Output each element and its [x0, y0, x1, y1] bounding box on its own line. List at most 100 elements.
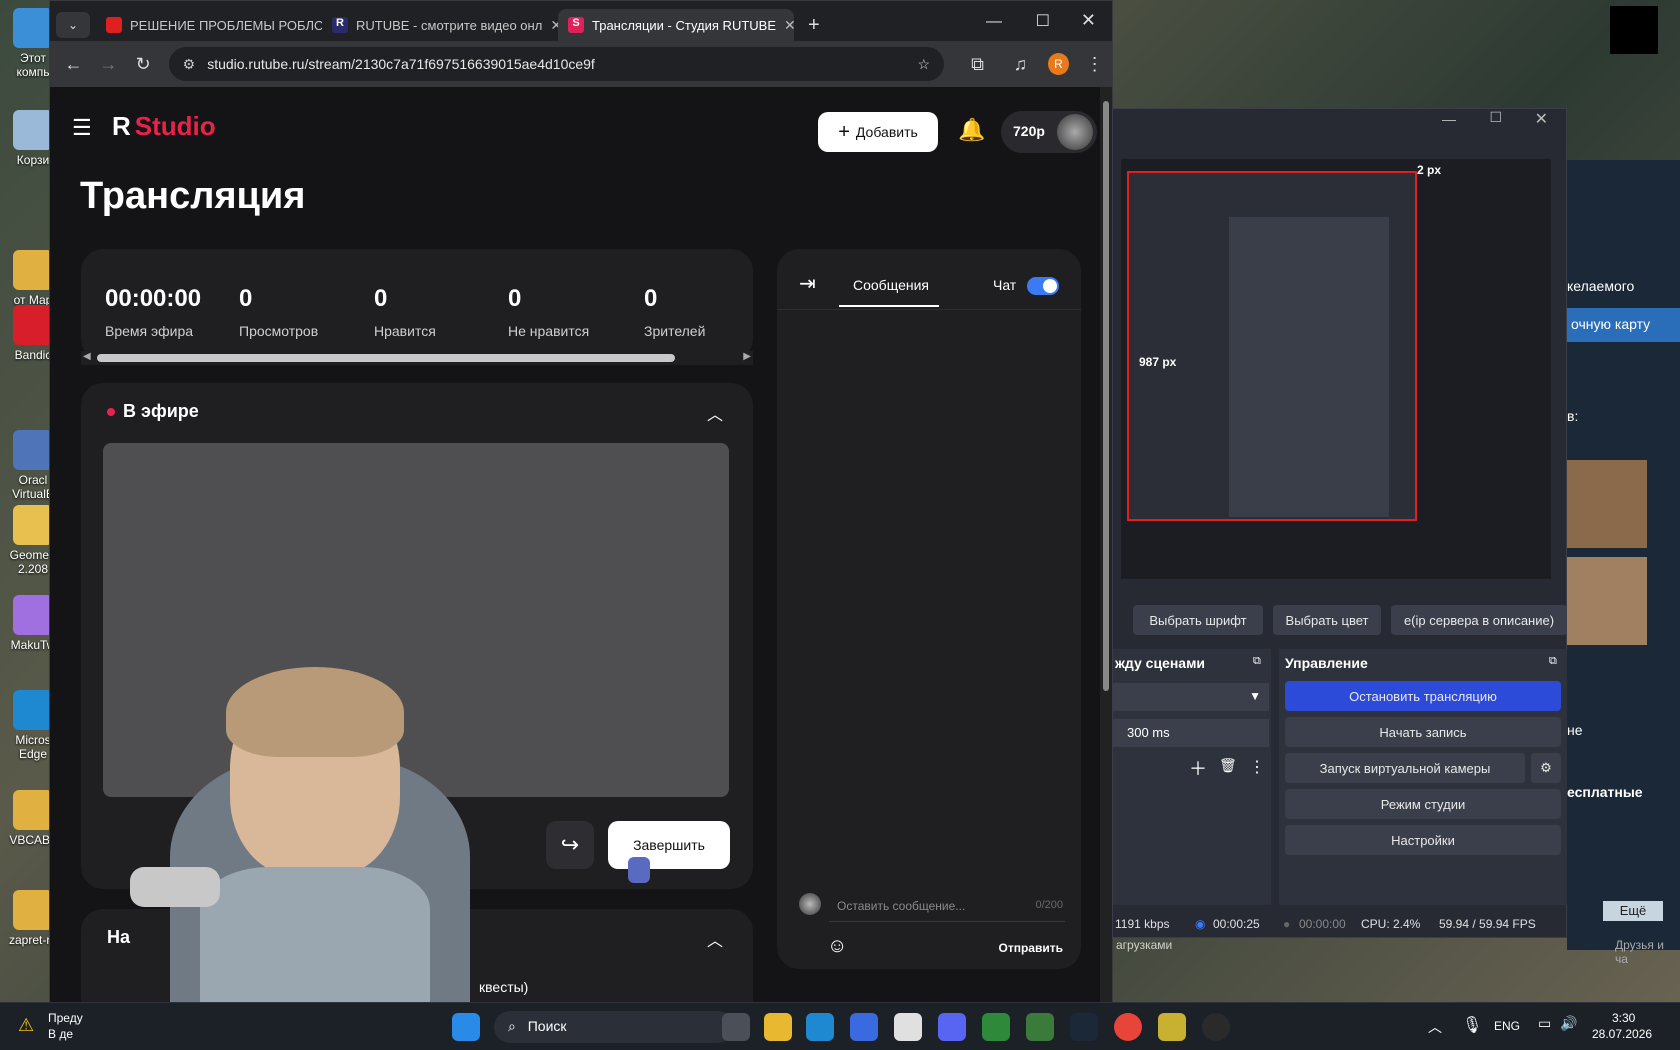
clock-date[interactable]: 28.07.2026 [1592, 1027, 1652, 1041]
url-text: studio.rutube.ru/stream/2130c7a71f697516… [207, 56, 595, 72]
tray-chevron-icon[interactable]: ︿ [1428, 1017, 1442, 1037]
new-tab-button[interactable]: + [808, 14, 820, 37]
scroll-thumb[interactable] [97, 354, 675, 362]
stats-scrollbar[interactable]: ◀ ▶ [81, 351, 753, 365]
stat-value: 0 [239, 285, 253, 312]
scroll-left-icon[interactable]: ◀ [83, 351, 91, 362]
clock-time[interactable]: 3:30 [1612, 1011, 1635, 1025]
game-thumbnail-1[interactable] [1567, 460, 1647, 548]
add-icon[interactable]: ＋ [1189, 755, 1207, 781]
studio-mode-button[interactable]: Режим студии [1285, 789, 1561, 819]
site-settings-icon[interactable]: ⚙ [183, 56, 196, 73]
edge-icon[interactable] [806, 1013, 834, 1041]
app-green-icon[interactable] [982, 1013, 1010, 1041]
finish-button[interactable]: Завершить [608, 821, 730, 869]
quality-user-pill[interactable]: 720p [1001, 111, 1097, 153]
close-window-button[interactable]: ✕ [1535, 109, 1548, 129]
desktop-app-icon [13, 110, 53, 150]
game-thumbnail-2[interactable] [1567, 557, 1647, 645]
rutube-studio-logo[interactable]: R Studio [112, 111, 216, 142]
preview-source [1127, 171, 1417, 521]
close-window-button[interactable]: ✕ [1081, 10, 1096, 31]
back-icon[interactable]: ← [56, 54, 91, 75]
chat-card: ⇥ Сообщения Чат Оставить сообщение... 0/… [777, 249, 1081, 969]
app-icon[interactable] [894, 1013, 922, 1041]
stop-stream-button[interactable]: Остановить трансляцию [1285, 681, 1561, 711]
volume-icon[interactable]: 🔊 [1560, 1015, 1577, 1032]
bg-window-button-2[interactable]: есплатные [1567, 784, 1643, 800]
task-view-icon[interactable] [722, 1013, 750, 1041]
profile-avatar[interactable]: R [1047, 53, 1070, 75]
preview-px-label: 987 px [1139, 355, 1177, 369]
warning-icon[interactable]: ⚠ [18, 1015, 34, 1036]
app-green-2-icon[interactable] [1026, 1013, 1054, 1041]
warning-line-1: Преду [48, 1011, 83, 1025]
store-icon[interactable] [850, 1013, 878, 1041]
discord-icon[interactable] [938, 1013, 966, 1041]
virtual-camera-settings-gear-icon[interactable]: ⚙ [1531, 753, 1561, 783]
transition-select[interactable]: ▼ [1113, 683, 1269, 711]
virtual-camera-button[interactable]: Запуск виртуальной камеры [1285, 753, 1525, 783]
collapse-chevron-icon[interactable]: ︿ [707, 401, 723, 425]
rec-icon: ● [1283, 917, 1291, 931]
menu-kebab-icon[interactable]: ⋮ [1077, 54, 1112, 75]
tab-search-button[interactable]: ⌄ [56, 12, 90, 38]
collapse-chevron-icon[interactable]: ︿ [707, 927, 723, 951]
maximize-button[interactable]: ☐ [1489, 109, 1502, 126]
microphone-icon[interactable]: 🎙 [1462, 1015, 1482, 1035]
settings-button[interactable]: Настройки [1285, 825, 1561, 855]
forward-icon[interactable]: → [91, 54, 126, 75]
page-scrollbar[interactable] [1100, 87, 1112, 1003]
more-button[interactable]: Ещё [1603, 901, 1663, 921]
stat-label: Зрителей [644, 323, 706, 339]
text-property-button[interactable]: е(ip сервера в описание) [1391, 605, 1567, 635]
address-bar: ← → ↻ ⚙ studio.rutube.ru/stream/2130c7a7… [50, 41, 1112, 87]
bookmark-star-icon[interactable]: ☆ [918, 56, 931, 73]
language-indicator[interactable]: ENG [1494, 1019, 1520, 1033]
minimize-button[interactable]: — [986, 13, 1002, 31]
popout-icon[interactable]: ⧉ [1253, 655, 1261, 668]
tab-rutube[interactable]: R RUTUBE - смотрите видео онл ✕ [322, 9, 558, 41]
collapse-chat-icon[interactable]: ⇥ [799, 271, 816, 296]
tab-title: RUTUBE - смотрите видео онл [356, 17, 543, 33]
tab-studio[interactable]: S Трансляции - Студия RUTUBE ✕ [558, 9, 794, 41]
tab-title: Трансляции - Студия RUTUBE [592, 17, 776, 33]
tab-roblox[interactable]: РЕШЕНИЕ ПРОБЛЕМЫ РОБЛО ✕ [96, 9, 322, 41]
steam-icon[interactable] [1070, 1013, 1098, 1041]
kebab-icon[interactable]: ⋮ [1249, 757, 1265, 777]
share-button[interactable]: ↪ [546, 821, 594, 869]
tab-messages[interactable]: Сообщения [853, 277, 929, 293]
chrome-icon[interactable] [1114, 1013, 1142, 1041]
select-font-button[interactable]: Выбрать шрифт [1133, 605, 1263, 635]
trash-icon[interactable]: 🗑 [1219, 757, 1237, 774]
close-icon[interactable]: ✕ [784, 17, 794, 34]
windows-start-icon[interactable] [452, 1013, 480, 1041]
close-icon[interactable]: ✕ [550, 17, 558, 34]
extensions-icon[interactable]: ⧉ [960, 54, 995, 75]
hamburger-icon[interactable]: ☰ [72, 115, 92, 141]
start-recording-button[interactable]: Начать запись [1285, 717, 1561, 747]
obs-icon[interactable] [1202, 1013, 1230, 1041]
minimize-button[interactable]: — [1442, 111, 1456, 127]
bg-window-text-3: не [1567, 722, 1583, 738]
app-yellow-icon[interactable] [1158, 1013, 1186, 1041]
scroll-right-icon[interactable]: ▶ [743, 351, 751, 362]
add-button[interactable]: + Добавить [818, 112, 938, 152]
duration-field[interactable]: 300 ms [1113, 719, 1269, 747]
file-explorer-icon[interactable] [764, 1013, 792, 1041]
chat-toggle[interactable] [1027, 277, 1059, 295]
bg-window-button-1[interactable]: очную карту [1567, 308, 1680, 342]
message-input[interactable]: Оставить сообщение... [837, 899, 965, 913]
media-icon[interactable]: ♫ [1003, 54, 1038, 75]
select-color-button[interactable]: Выбрать цвет [1273, 605, 1381, 635]
network-icon[interactable]: ▭ [1538, 1015, 1551, 1032]
scroll-thumb[interactable] [1103, 101, 1109, 691]
reload-icon[interactable]: ↻ [126, 54, 161, 75]
bell-icon[interactable]: 🔔 [958, 117, 985, 143]
taskbar-search[interactable]: ⌕ Поиск [494, 1011, 734, 1043]
maximize-button[interactable]: ☐ [1036, 11, 1050, 31]
send-button[interactable]: Отправить [999, 941, 1063, 955]
popout-icon[interactable]: ⧉ [1549, 655, 1557, 668]
url-field[interactable]: ⚙ studio.rutube.ru/stream/2130c7a71f6975… [168, 47, 945, 81]
emoji-icon[interactable]: ☺ [827, 935, 847, 958]
